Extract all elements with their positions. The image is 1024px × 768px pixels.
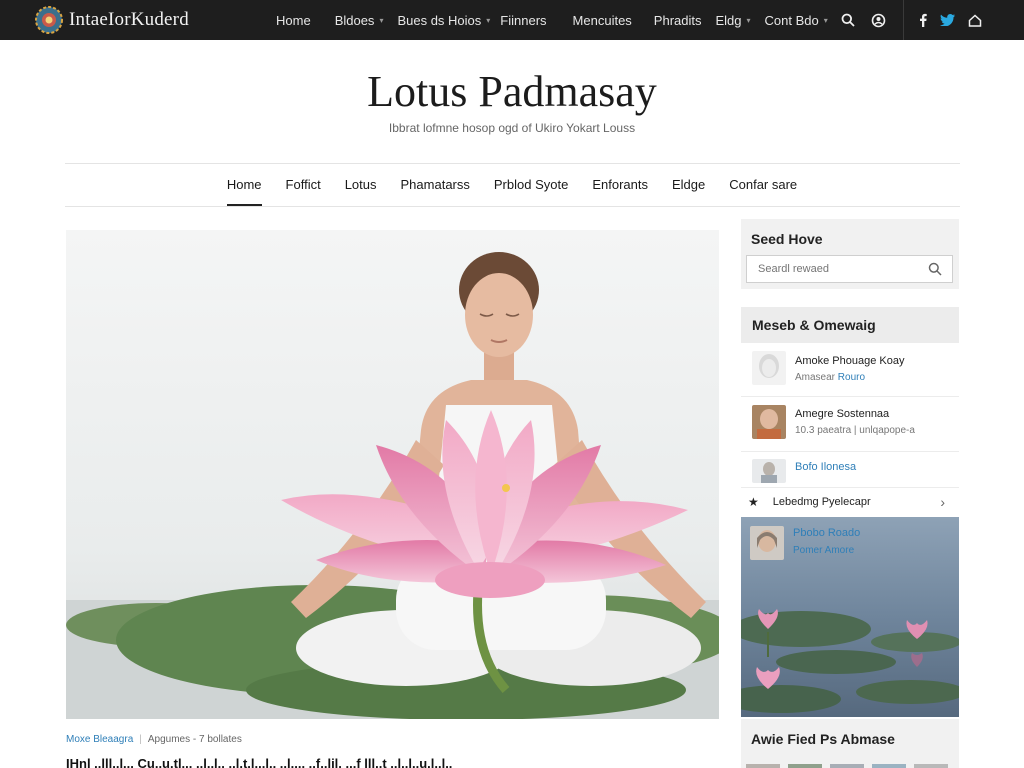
- brand[interactable]: IntaeIorKuderd: [34, 5, 264, 35]
- brand-name: IntaeIorKuderd: [69, 9, 189, 30]
- featured-sub: Pomer Amore: [793, 545, 855, 556]
- mainnav-item-foffict[interactable]: Foffict: [286, 164, 321, 206]
- recent-post-title[interactable]: Amoke Phouage Koay: [795, 355, 904, 367]
- topnav-label: Bldoes: [334, 12, 375, 28]
- avatar: [750, 526, 784, 560]
- hero-image[interactable]: [66, 230, 719, 719]
- bottom-widget: Awie Fied Ps Abmase: [741, 719, 959, 768]
- top-bar: IntaeIorKuderd Home Bldoes ▾ Bues ds Hoio…: [0, 0, 1024, 40]
- divider: [741, 396, 959, 397]
- chevron-right-icon: ›: [940, 494, 945, 510]
- search-box: [746, 255, 953, 283]
- home-icon[interactable]: [964, 9, 986, 31]
- thumbnail[interactable]: [788, 764, 822, 768]
- topnav-item-eldg[interactable]: Eldg ▾: [716, 13, 751, 28]
- topnav-item-fiinners[interactable]: Fiinners: [500, 13, 546, 28]
- thumbnail[interactable]: [872, 764, 906, 768]
- chevron-down-icon: ▾: [379, 15, 384, 25]
- divider: [903, 0, 904, 40]
- topnav-item-phradits[interactable]: Phradits: [654, 13, 702, 28]
- avatar: [752, 351, 786, 385]
- topnav-label: Cont Bdo: [764, 12, 819, 28]
- brand-logo-icon: [35, 6, 63, 34]
- widget-title: Meseb & Omewaig: [741, 307, 959, 343]
- topnav-label: Mencuites: [572, 12, 632, 28]
- recent-post-meta-link[interactable]: Rouro: [838, 372, 865, 383]
- chevron-down-icon: ▾: [823, 15, 828, 25]
- thumbnail[interactable]: [830, 764, 864, 768]
- meta-separator: |: [139, 734, 142, 745]
- recent-post-meta: 10.3 paeatra | unlqapope-a: [795, 425, 915, 436]
- widget-title: Awie Fied Ps Abmase: [751, 731, 895, 747]
- topnav-label: Eldg: [715, 12, 742, 28]
- featured-title[interactable]: Pbobo Roado: [793, 527, 860, 539]
- divider: [65, 206, 960, 207]
- topnav-label: Home: [276, 12, 311, 28]
- topnav-item-home[interactable]: Home: [276, 13, 311, 28]
- user-circle-icon[interactable]: [867, 9, 889, 31]
- avatar: [752, 459, 786, 483]
- recent-post-title[interactable]: Bofo Ilonesa: [795, 461, 856, 473]
- featured-image[interactable]: Pbobo Roado Pomer Amore: [741, 517, 959, 717]
- mainnav-item-phamatarss[interactable]: Phamatarss: [401, 164, 470, 206]
- post-meta-text: Apgumes - 7 bollates: [147, 734, 242, 745]
- twitter-icon[interactable]: [936, 9, 958, 31]
- search-icon[interactable]: [837, 9, 859, 31]
- post-category-link[interactable]: Moxe Bleaagra: [66, 734, 133, 745]
- post-meta: Moxe Bleaagra | Apgumes - 7 bollates: [66, 734, 242, 745]
- topnav-item-bues[interactable]: Bues ds Hoios ▾: [397, 13, 490, 28]
- site-tagline: Ibbrat lofmne hosop ogd of Ukiro Yokart …: [388, 121, 636, 135]
- mainnav-item-confar-sare[interactable]: Confar sare: [729, 164, 797, 206]
- search-icon[interactable]: [922, 256, 948, 282]
- topnav-item-contact[interactable]: Cont Bdo ▾: [765, 13, 828, 28]
- post-excerpt[interactable]: IHnl ..lll..l... Cu..u.tl... ..l..l.. ..…: [66, 756, 716, 768]
- recent-post-meta: Amasear Rouro: [795, 372, 904, 383]
- thumbnail[interactable]: [746, 764, 780, 768]
- star-icon: ★: [748, 495, 759, 509]
- recent-post-item[interactable]: Bofo Ilonesa: [741, 459, 959, 483]
- topnav-item-mencuites[interactable]: Mencuites: [573, 13, 632, 28]
- thumbnail-strip: [746, 764, 956, 768]
- recent-post-title[interactable]: Amegre Sostennaa: [795, 408, 915, 420]
- subscribe-label: Lebedmg Pyelecapr: [772, 496, 871, 508]
- chevron-down-icon: ▾: [746, 15, 751, 25]
- top-nav: Home Bldoes ▾ Bues ds Hoios ▾ Fiinners Men…: [276, 13, 828, 28]
- recent-posts-widget: Meseb & Omewaig Amoke Phouage Koay Amase…: [741, 307, 959, 717]
- facebook-icon[interactable]: [912, 9, 934, 31]
- recent-post-item[interactable]: Amoke Phouage Koay Amasear Rouro: [741, 351, 959, 385]
- subscribe-row[interactable]: ★ Lebedmg Pyelecapr ›: [741, 487, 959, 517]
- recent-post-meta-text: Amasear: [795, 372, 836, 383]
- topnav-label: Phradits: [653, 12, 702, 28]
- avatar: [752, 405, 786, 439]
- chevron-down-icon: ▾: [486, 15, 491, 25]
- topnav-item-bldoes[interactable]: Bldoes ▾: [335, 13, 384, 28]
- mainnav-item-eldge[interactable]: Eldge: [672, 164, 705, 206]
- recent-post-item[interactable]: Amegre Sostennaa 10.3 paeatra | unlqapop…: [741, 405, 959, 439]
- featured-caption: Pbobo Roado Pomer Amore: [750, 526, 860, 560]
- topnav-label: Bues ds Hoios: [397, 12, 482, 28]
- widget-title: Seed Hove: [751, 231, 823, 247]
- mainnav-item-enforants[interactable]: Enforants: [592, 164, 648, 206]
- divider: [741, 451, 959, 452]
- meditation-lotus-illustration: [66, 230, 719, 719]
- mainnav-item-lotus[interactable]: Lotus: [345, 164, 377, 206]
- top-icons: [837, 0, 1024, 40]
- thumbnail[interactable]: [914, 764, 948, 768]
- mainnav-item-home[interactable]: Home: [226, 164, 262, 206]
- mainnav-item-prblod-syote[interactable]: Prblod Syote: [494, 164, 568, 206]
- site-title: Lotus Padmasay: [367, 67, 657, 116]
- topnav-label: Fiinners: [500, 12, 547, 28]
- search-widget: Seed Hove: [741, 219, 959, 289]
- main-nav: Home Foffict Lotus Phamatarss Prblod Syo…: [0, 164, 1024, 206]
- search-input[interactable]: [747, 263, 922, 275]
